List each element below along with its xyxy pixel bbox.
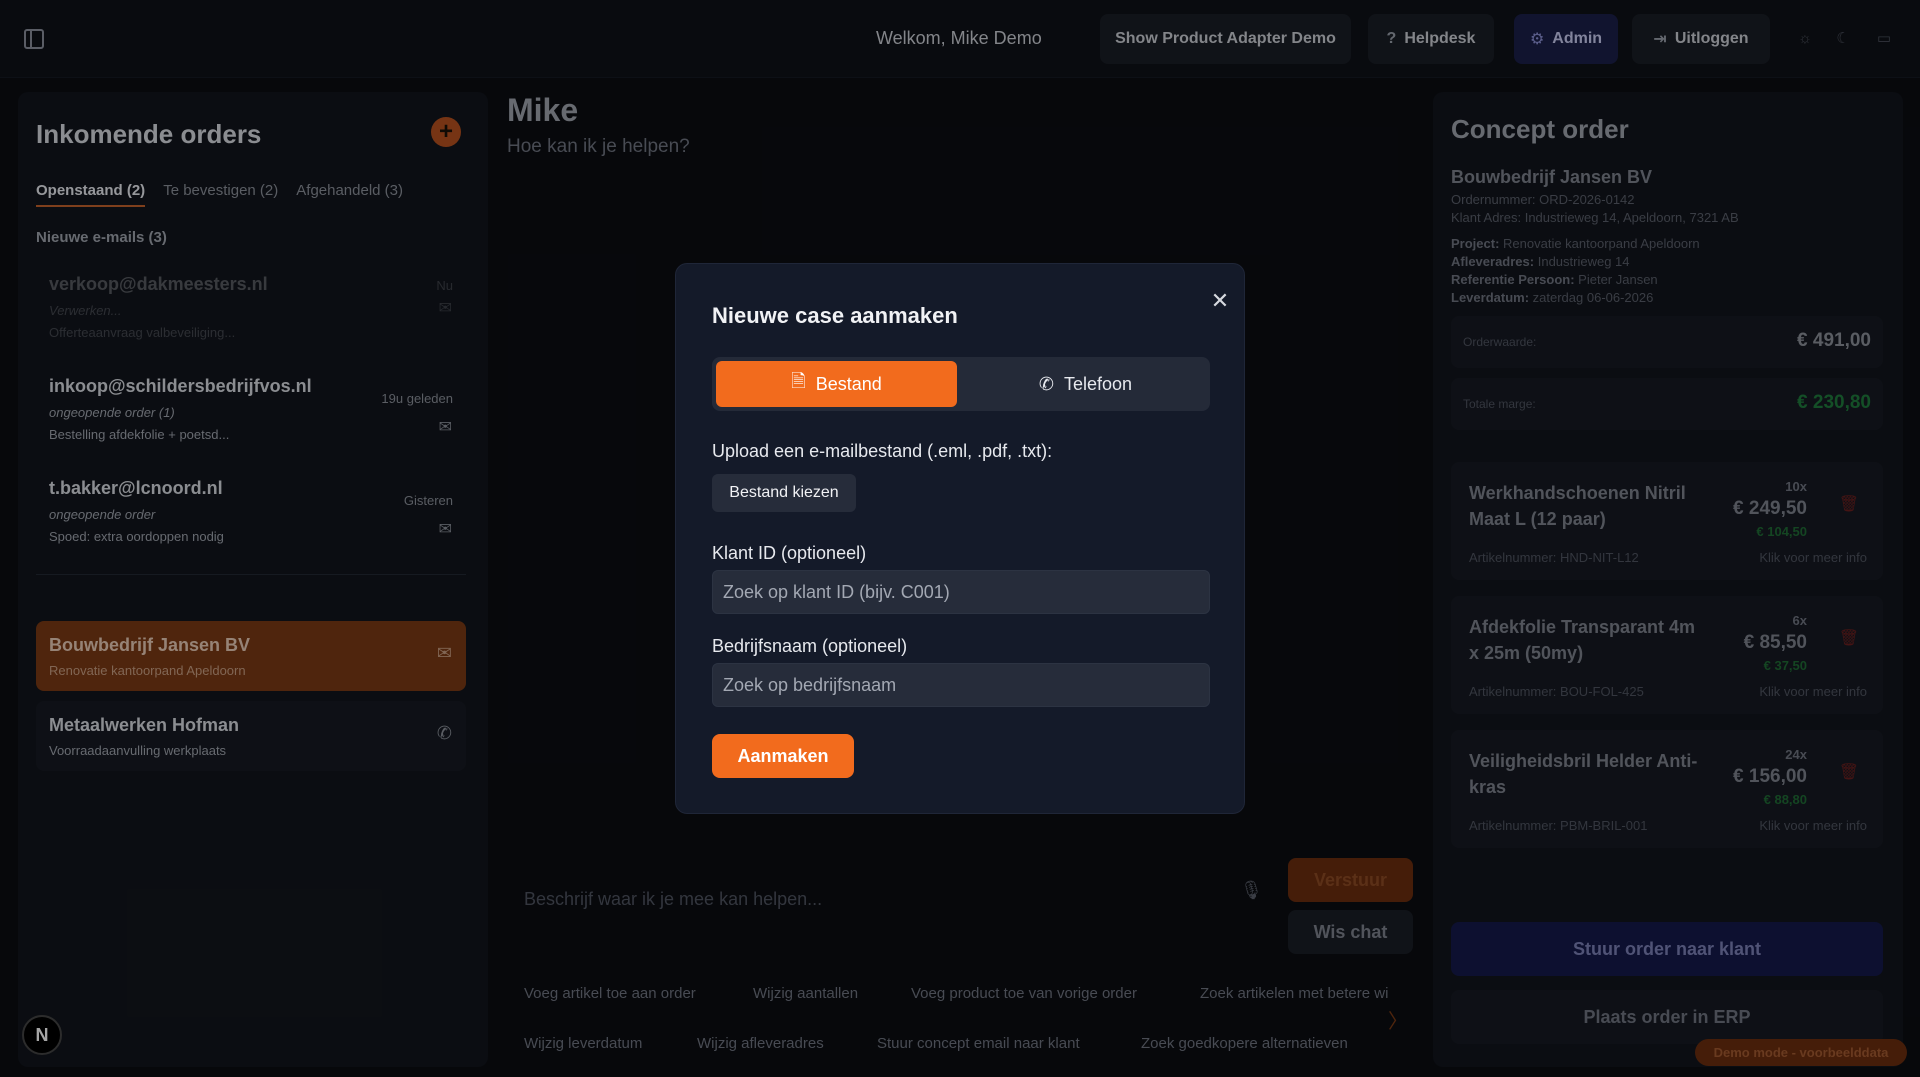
create-case-button[interactable]: Aanmaken [712,734,854,778]
client-id-label: Klant ID (optioneel) [712,543,867,563]
upload-label: Upload een e-mailbestand (.eml, .pdf, .t… [712,441,1053,461]
phone-icon: ✆ [1038,373,1055,394]
choose-file-button[interactable]: Bestand kiezen [712,474,856,512]
new-case-modal: Nieuwe case aanmaken ✕ 🗎 Bestand ✆ Telef… [675,263,1245,814]
tab-phone[interactable]: ✆ Telefoon [965,361,1206,407]
close-icon[interactable]: ✕ [1208,289,1232,313]
company-name-input[interactable] [712,663,1210,707]
modal-title: Nieuwe case aanmaken [712,303,958,328]
file-icon: 🗎 [791,371,806,391]
client-id-input[interactable] [712,570,1210,614]
source-toggle: 🗎 Bestand ✆ Telefoon [712,357,1210,411]
company-name-label: Bedrijfsnaam (optioneel) [712,636,908,656]
tab-file[interactable]: 🗎 Bestand [716,361,957,407]
